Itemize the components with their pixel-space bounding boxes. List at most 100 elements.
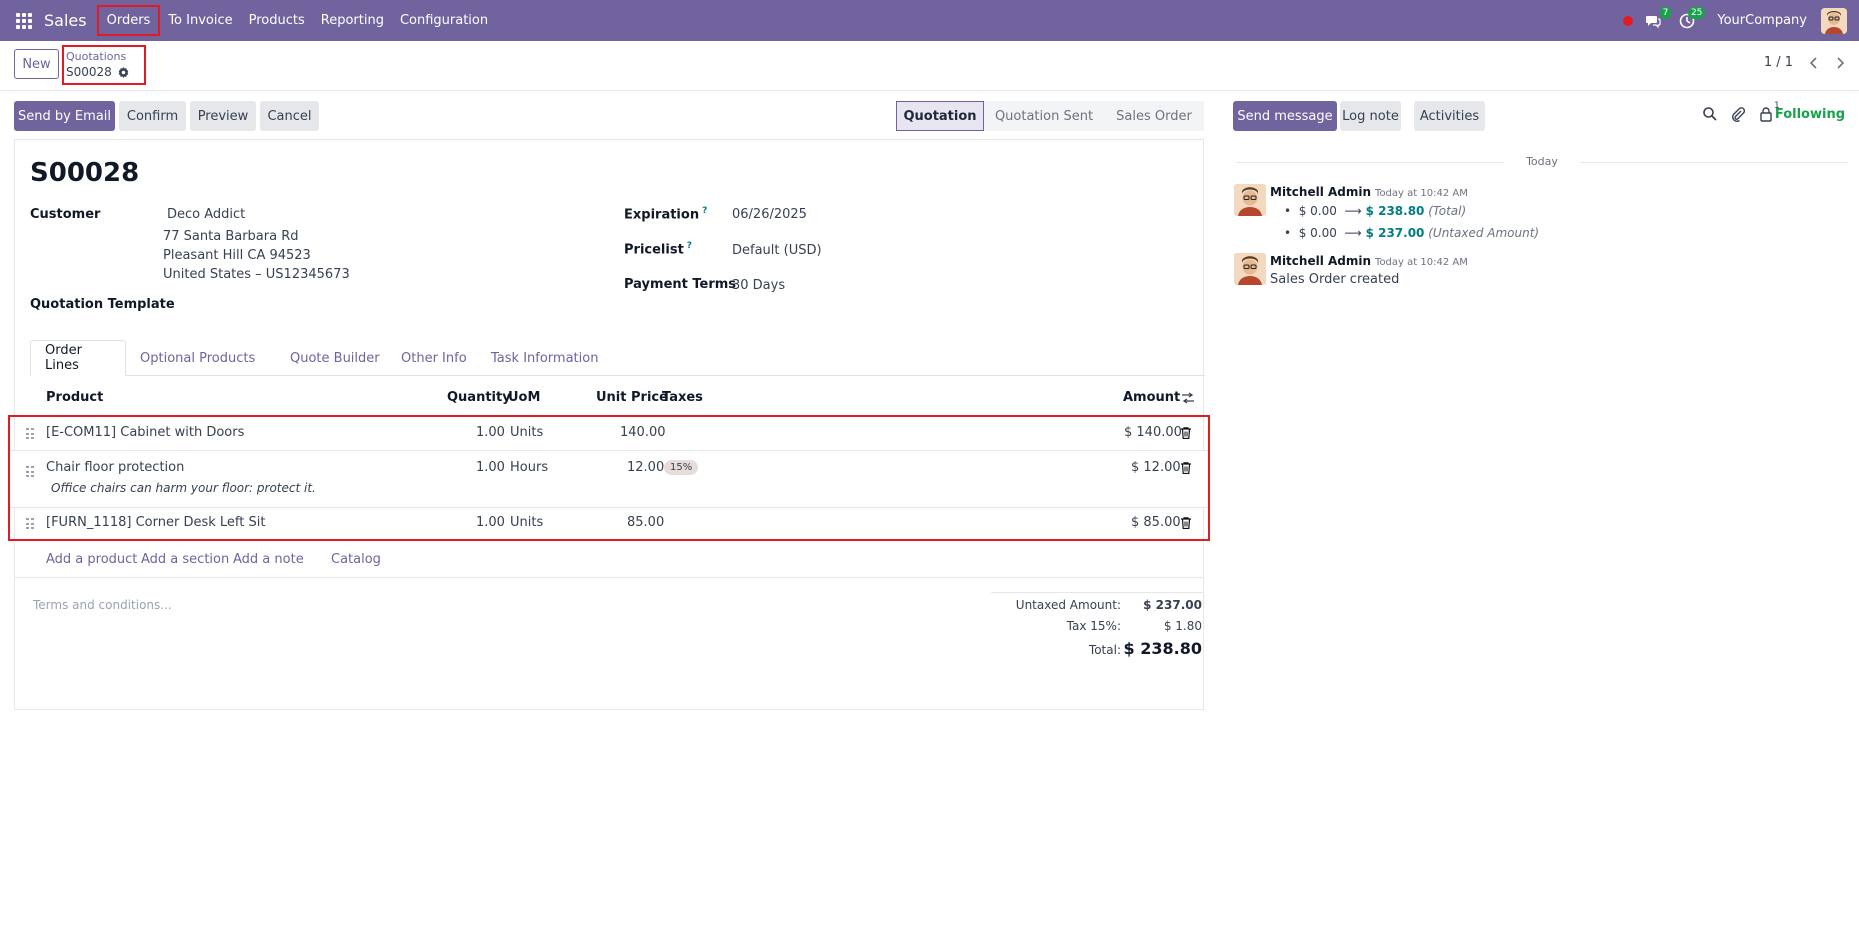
tracking-new-value: $ 238.80 xyxy=(1365,204,1425,218)
recording-dot-icon[interactable] xyxy=(1623,15,1634,26)
column-unit-price[interactable]: Unit Price xyxy=(596,390,668,405)
line-product[interactable]: [E-COM11] Cabinet with Doors xyxy=(46,425,244,440)
followers-lock-icon[interactable] xyxy=(1758,106,1774,122)
breadcrumb: Quotations S00028 xyxy=(62,45,146,85)
avatar[interactable] xyxy=(1234,253,1266,285)
activities-button[interactable]: Activities xyxy=(1414,101,1485,131)
stage-quotation-sent[interactable]: Quotation Sent xyxy=(984,101,1104,131)
tab-order-lines[interactable]: Order Lines xyxy=(30,340,126,376)
expiration-help-icon[interactable]: ? xyxy=(702,206,707,216)
customer-address-line2: Pleasant Hill CA 94523 xyxy=(163,248,311,263)
column-uom[interactable]: UoM xyxy=(508,390,540,405)
line-uom[interactable]: Units xyxy=(510,515,543,530)
line-unit-price[interactable]: 85.00 xyxy=(627,515,664,530)
top-navbar: Sales Orders To Invoice Products Reporti… xyxy=(0,0,1859,41)
trash-icon[interactable] xyxy=(1181,517,1191,529)
trash-icon[interactable] xyxy=(1181,427,1191,439)
apps-grid-icon[interactable] xyxy=(16,12,32,29)
column-product[interactable]: Product xyxy=(46,390,103,405)
stage-sales-order[interactable]: Sales Order xyxy=(1104,101,1204,131)
line-amount: $ 140.00 xyxy=(1124,425,1182,440)
gear-icon[interactable] xyxy=(118,66,129,78)
table-row[interactable]: Chair floor protection Office chairs can… xyxy=(10,451,1208,508)
line-uom[interactable]: Hours xyxy=(510,460,548,475)
add-product-link[interactable]: Add a product xyxy=(46,552,137,567)
breadcrumb-quotations[interactable]: Quotations xyxy=(66,50,142,64)
column-taxes[interactable]: Taxes xyxy=(662,390,703,405)
column-quantity[interactable]: Quantity xyxy=(447,390,511,405)
table-row[interactable]: [FURN_1118] Corner Desk Left Sit 1.00 Un… xyxy=(10,508,1208,539)
tab-optional-products[interactable]: Optional Products xyxy=(126,340,269,376)
send-message-button[interactable]: Send message xyxy=(1233,101,1337,131)
avatar[interactable] xyxy=(1234,184,1266,216)
total-label: Total: xyxy=(1088,643,1121,657)
expiration-field[interactable]: 06/26/2025 xyxy=(732,207,807,222)
new-button[interactable]: New xyxy=(14,49,59,79)
pager-value[interactable]: 1 / 1 xyxy=(1764,55,1793,70)
optional-columns-toggle-icon[interactable] xyxy=(1181,392,1195,404)
add-note-link[interactable]: Add a note xyxy=(233,552,304,567)
drag-handle-icon[interactable] xyxy=(26,466,34,478)
chat-bubbles-icon[interactable]: 7 xyxy=(1645,6,1672,29)
menu-reporting[interactable]: Reporting xyxy=(313,0,392,41)
navbar-systray: 7 25 YourCompany xyxy=(1623,0,1859,41)
stage-quotation[interactable]: Quotation xyxy=(896,101,984,131)
untaxed-amount-label: Untaxed Amount: xyxy=(1015,598,1121,612)
app-name[interactable]: Sales xyxy=(44,11,87,30)
table-row[interactable]: [E-COM11] Cabinet with Doors 1.00 Units … xyxy=(10,417,1208,451)
line-quantity[interactable]: 1.00 xyxy=(476,460,505,475)
tax-value: $ 1.80 xyxy=(1163,619,1202,633)
line-product[interactable]: [FURN_1118] Corner Desk Left Sit xyxy=(46,515,265,530)
tracking-old-value: $ 0.00 xyxy=(1298,226,1337,240)
add-section-link[interactable]: Add a section xyxy=(141,552,229,567)
drag-handle-icon[interactable] xyxy=(26,518,34,530)
menu-products[interactable]: Products xyxy=(241,0,313,41)
line-product[interactable]: Chair floor protection xyxy=(46,460,184,475)
catalog-link[interactable]: Catalog xyxy=(331,552,381,567)
menu-to-invoice[interactable]: To Invoice xyxy=(160,0,240,41)
column-amount[interactable]: Amount xyxy=(1123,390,1180,405)
preview-button[interactable]: Preview xyxy=(190,101,256,131)
line-unit-price[interactable]: 12.00 xyxy=(627,460,664,475)
activity-clock-icon[interactable]: 25 xyxy=(1679,6,1706,29)
tab-task-information[interactable]: Task Information xyxy=(477,340,612,376)
menu-configuration[interactable]: Configuration xyxy=(392,0,496,41)
log-note-button[interactable]: Log note xyxy=(1340,101,1401,131)
tax-badge[interactable]: 15% xyxy=(664,460,699,475)
message-author[interactable]: Mitchell Admin Today at 10:42 AM xyxy=(1270,185,1468,199)
menu-orders[interactable]: Orders xyxy=(96,5,161,36)
chatter-panel: Send message Log note Activities 1 Follo… xyxy=(1222,91,1859,943)
customer-label: Customer xyxy=(30,207,101,222)
terms-input[interactable]: Terms and conditions... xyxy=(33,598,172,612)
pricelist-field[interactable]: Default (USD) xyxy=(732,243,822,258)
send-by-email-button[interactable]: Send by Email xyxy=(14,101,115,131)
pricelist-help-icon[interactable]: ? xyxy=(687,241,692,251)
message-author-name[interactable]: Mitchell Admin xyxy=(1270,254,1371,268)
pager-next-button[interactable] xyxy=(1829,51,1853,75)
date-separator: Today xyxy=(1526,155,1558,168)
confirm-button[interactable]: Confirm xyxy=(119,101,186,131)
cancel-button[interactable]: Cancel xyxy=(260,101,319,131)
line-quantity[interactable]: 1.00 xyxy=(476,425,505,440)
customer-address-line1: 77 Santa Barbara Rd xyxy=(163,229,299,244)
arrow-right-icon: ⟶ xyxy=(1340,204,1366,218)
paperclip-icon[interactable] xyxy=(1730,106,1746,122)
message-author-name[interactable]: Mitchell Admin xyxy=(1270,185,1371,199)
customer-field[interactable]: Deco Addict xyxy=(167,207,245,222)
line-quantity[interactable]: 1.00 xyxy=(476,515,505,530)
line-uom[interactable]: Units xyxy=(510,425,543,440)
following-button[interactable]: Following xyxy=(1775,107,1845,122)
trash-icon[interactable] xyxy=(1181,462,1191,474)
payment-terms-field[interactable]: 30 Days xyxy=(732,278,785,293)
company-switcher[interactable]: YourCompany xyxy=(1717,13,1807,28)
pager-previous-button[interactable] xyxy=(1801,51,1825,75)
tab-quote-builder[interactable]: Quote Builder xyxy=(276,340,394,376)
tab-other-info[interactable]: Other Info xyxy=(387,340,481,376)
search-icon[interactable] xyxy=(1702,106,1718,122)
drag-handle-icon[interactable] xyxy=(26,428,34,440)
line-description[interactable]: Office chairs can harm your floor: prote… xyxy=(51,481,316,495)
message-author[interactable]: Mitchell Admin Today at 10:42 AM xyxy=(1270,254,1468,268)
line-unit-price[interactable]: 140.00 xyxy=(620,425,666,440)
user-avatar[interactable] xyxy=(1821,7,1847,34)
pricelist-label-text: Pricelist xyxy=(624,242,684,258)
